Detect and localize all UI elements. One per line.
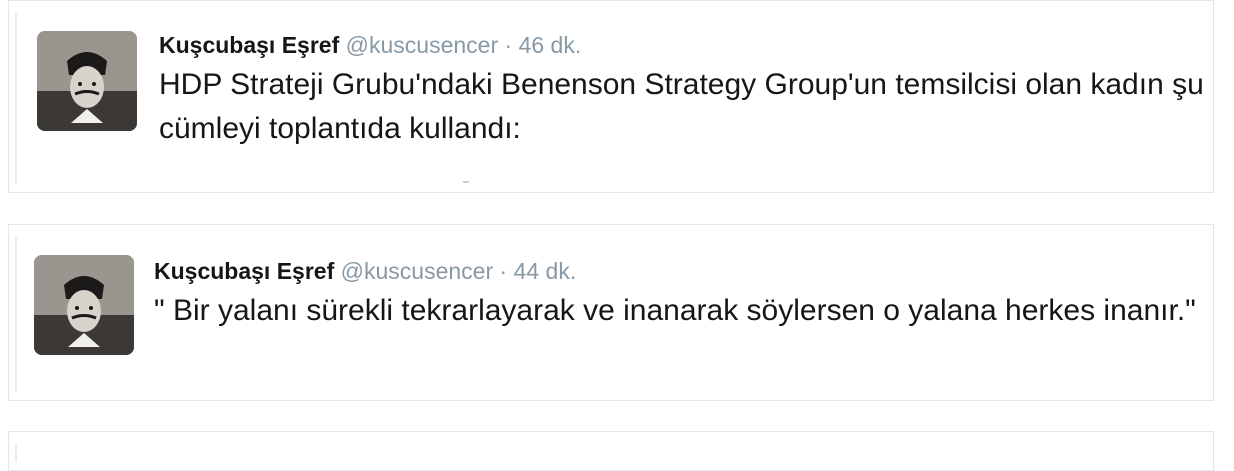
separator-dot: · <box>499 258 508 284</box>
tweet-header: Kuşcubaşı Eşref @kuscusencer · 44 dk. <box>154 257 1204 285</box>
author-name[interactable]: Kuşcubaşı Eşref <box>154 258 334 284</box>
avatar[interactable] <box>34 255 134 355</box>
separator-dot: · <box>504 32 513 58</box>
avatar[interactable] <box>37 31 137 131</box>
author-handle[interactable]: @kuscusencer <box>341 258 493 284</box>
tweet-time[interactable]: 44 dk. <box>514 258 577 284</box>
author-handle[interactable]: @kuscusencer <box>346 32 498 58</box>
author-name[interactable]: Kuşcubaşı Eşref <box>159 32 339 58</box>
tweet-text: HDP Strateji Grubu'ndaki Benenson Strate… <box>159 68 1204 145</box>
tweet-text: " Bir yalanı sürekli tekrarlayarak ve in… <box>154 294 1196 327</box>
tweet-card[interactable]: Kuşcubaşı Eşref @kuscusencer · 46 dk. HD… <box>8 0 1214 193</box>
tweet-card[interactable]: Kuşcubaşı Eşref @kuscusencer · 44 dk. " … <box>8 224 1214 401</box>
tweet-card[interactable] <box>8 431 1214 471</box>
tweet-body: Kuşcubaşı Eşref @kuscusencer · 44 dk. " … <box>154 257 1204 333</box>
truncation-mark <box>463 181 469 183</box>
tweet-time[interactable]: 46 dk. <box>519 32 582 58</box>
tweet-header: Kuşcubaşı Eşref @kuscusencer · 46 dk. <box>159 31 1209 59</box>
avatar-image <box>37 31 137 131</box>
avatar-image <box>34 255 134 355</box>
tweet-body: Kuşcubaşı Eşref @kuscusencer · 46 dk. HD… <box>159 31 1209 151</box>
